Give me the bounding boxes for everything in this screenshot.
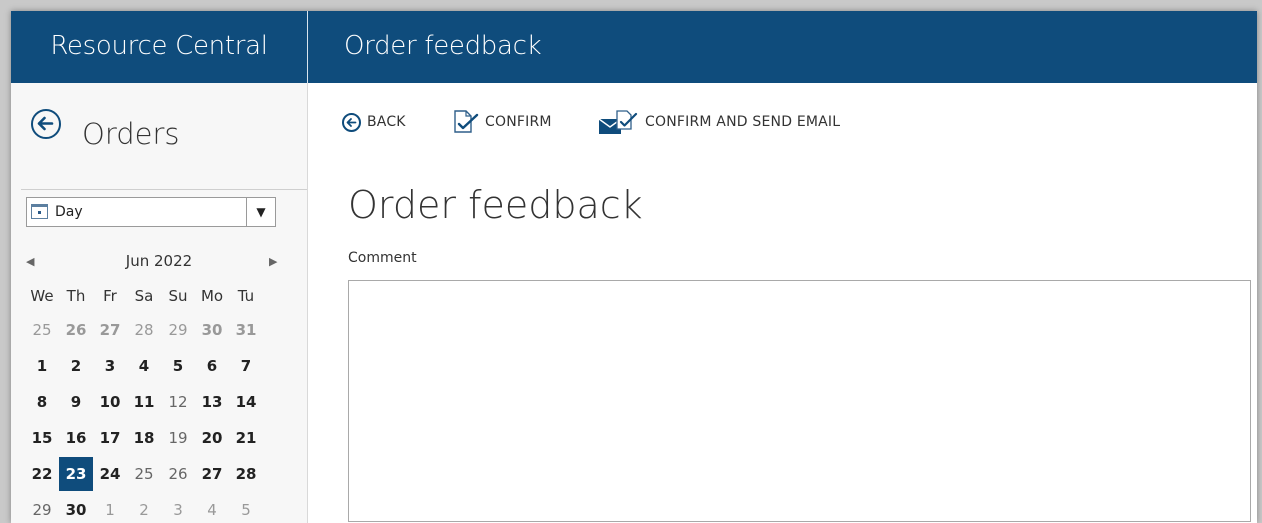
calendar-day[interactable]: 2 — [59, 349, 93, 383]
calendar-day[interactable]: 4 — [195, 493, 229, 523]
calendar-weekday-row: We Th Fr Sa Su Mo Tu — [25, 279, 263, 313]
calendar-day[interactable]: 25 — [127, 457, 161, 491]
weekday-label: Sa — [134, 287, 154, 305]
calendar-day[interactable]: 6 — [195, 349, 229, 383]
calendar-day[interactable]: 30 — [195, 313, 229, 347]
calendar-day[interactable]: 19 — [161, 421, 195, 455]
calendar-grid: We Th Fr Sa Su Mo Tu 25 26 27 28 29 30 31 1234567 89… — [25, 279, 263, 523]
calendar-day[interactable]: 28 — [229, 457, 263, 491]
calendar-day[interactable]: 30 — [59, 493, 93, 523]
period-select-value: Day — [55, 204, 83, 220]
calendar-day[interactable]: 20 — [195, 421, 229, 455]
calendar-week-row: 8 9 10 11 12 13 14 — [25, 385, 263, 421]
weekday-label: Su — [168, 287, 188, 305]
calendar-day[interactable]: 18 — [127, 421, 161, 455]
calendar-day-selected[interactable]: 23 — [59, 457, 93, 491]
weekday-label: Mo — [200, 287, 224, 305]
calendar-day[interactable]: 17 — [93, 421, 127, 455]
back-arrow-icon — [342, 112, 361, 132]
calendar-week-row: 1234567 — [25, 349, 263, 385]
next-month-icon[interactable]: ▶ — [269, 255, 277, 269]
page-header-title: Order feedback — [344, 31, 542, 61]
calendar-day[interactable]: 25 — [25, 313, 59, 347]
calendar-day[interactable]: 11 — [127, 385, 161, 419]
sidebar-divider — [21, 189, 307, 190]
comment-textarea[interactable] — [348, 280, 1251, 522]
calendar-day[interactable]: 29 — [25, 493, 59, 523]
calendar-week-row: 25 26 27 28 29 30 31 — [25, 313, 263, 349]
calendar-day[interactable]: 12 — [161, 385, 195, 419]
form-title: Order feedback — [348, 183, 643, 227]
calendar-day[interactable]: 28 — [127, 313, 161, 347]
calendar-day[interactable]: 2 — [127, 493, 161, 523]
calendar-day[interactable]: 16 — [59, 421, 93, 455]
weekday-label: Th — [66, 287, 86, 305]
calendar-day[interactable]: 31 — [229, 313, 263, 347]
main-content: BACK CONFIRM CONFIRM AND SEND EMAIL Orde… — [308, 83, 1257, 523]
calendar-day[interactable]: 22 — [25, 457, 59, 491]
calendar-day[interactable]: 5 — [161, 349, 195, 383]
calendar-icon — [31, 204, 48, 219]
calendar-day[interactable]: 7 — [229, 349, 263, 383]
calendar-day[interactable]: 1 — [93, 493, 127, 523]
confirm-send-email-button[interactable]: CONFIRM AND SEND EMAIL — [597, 108, 840, 136]
sidebar-title: Orders — [82, 117, 180, 151]
weekday-label: We — [30, 287, 54, 305]
back-button[interactable]: BACK — [342, 108, 406, 136]
calendar-day[interactable]: 26 — [161, 457, 195, 491]
confirm-document-icon — [451, 109, 479, 135]
calendar-day[interactable]: 24 — [93, 457, 127, 491]
app-window: Resource Central Order feedback Orders D… — [11, 11, 1257, 523]
calendar-week-row: 29 30 1 2 3 4 5 — [25, 493, 263, 523]
calendar-day[interactable]: 3 — [93, 349, 127, 383]
weekday-label: Fr — [103, 287, 117, 305]
email-confirm-icon — [597, 109, 639, 135]
calendar-day[interactable]: 27 — [195, 457, 229, 491]
calendar-day[interactable]: 9 — [59, 385, 93, 419]
comment-label: Comment — [348, 250, 417, 266]
calendar-month-label: Jun 2022 — [125, 252, 193, 270]
header-divider — [307, 11, 308, 83]
calendar-day[interactable]: 1 — [25, 349, 59, 383]
calendar-day[interactable]: 29 — [161, 313, 195, 347]
calendar-day[interactable]: 14 — [229, 385, 263, 419]
weekday-label: Tu — [237, 287, 255, 305]
confirm-button-label: CONFIRM — [485, 114, 552, 130]
calendar-day[interactable]: 5 — [229, 493, 263, 523]
back-button-label: BACK — [367, 114, 406, 130]
calendar-day[interactable]: 15 — [25, 421, 59, 455]
calendar-day[interactable]: 13 — [195, 385, 229, 419]
sidebar: Orders Day ▼ ◀ Jun 2022 ▶ We Th Fr Sa Su Mo Tu… — [11, 83, 308, 523]
back-arrow-icon[interactable] — [31, 109, 61, 139]
calendar-day[interactable]: 10 — [93, 385, 127, 419]
app-title[interactable]: Resource Central — [11, 11, 307, 83]
calendar-day[interactable]: 21 — [229, 421, 263, 455]
confirm-send-email-label: CONFIRM AND SEND EMAIL — [645, 114, 841, 130]
app-header: Resource Central Order feedback — [11, 11, 1257, 83]
calendar-day[interactable]: 4 — [127, 349, 161, 383]
calendar-day[interactable]: 8 — [25, 385, 59, 419]
calendar-day[interactable]: 26 — [59, 313, 93, 347]
calendar-day[interactable]: 27 — [93, 313, 127, 347]
calendar-week-row: 22 23 24 25 26 27 28 — [25, 457, 263, 493]
calendar-day[interactable]: 3 — [161, 493, 195, 523]
period-select[interactable]: Day ▼ — [26, 197, 276, 227]
calendar-week-row: 15 16 17 18 19 20 21 — [25, 421, 263, 457]
confirm-button[interactable]: CONFIRM — [451, 108, 552, 136]
dropdown-arrow-icon[interactable]: ▼ — [246, 198, 275, 226]
